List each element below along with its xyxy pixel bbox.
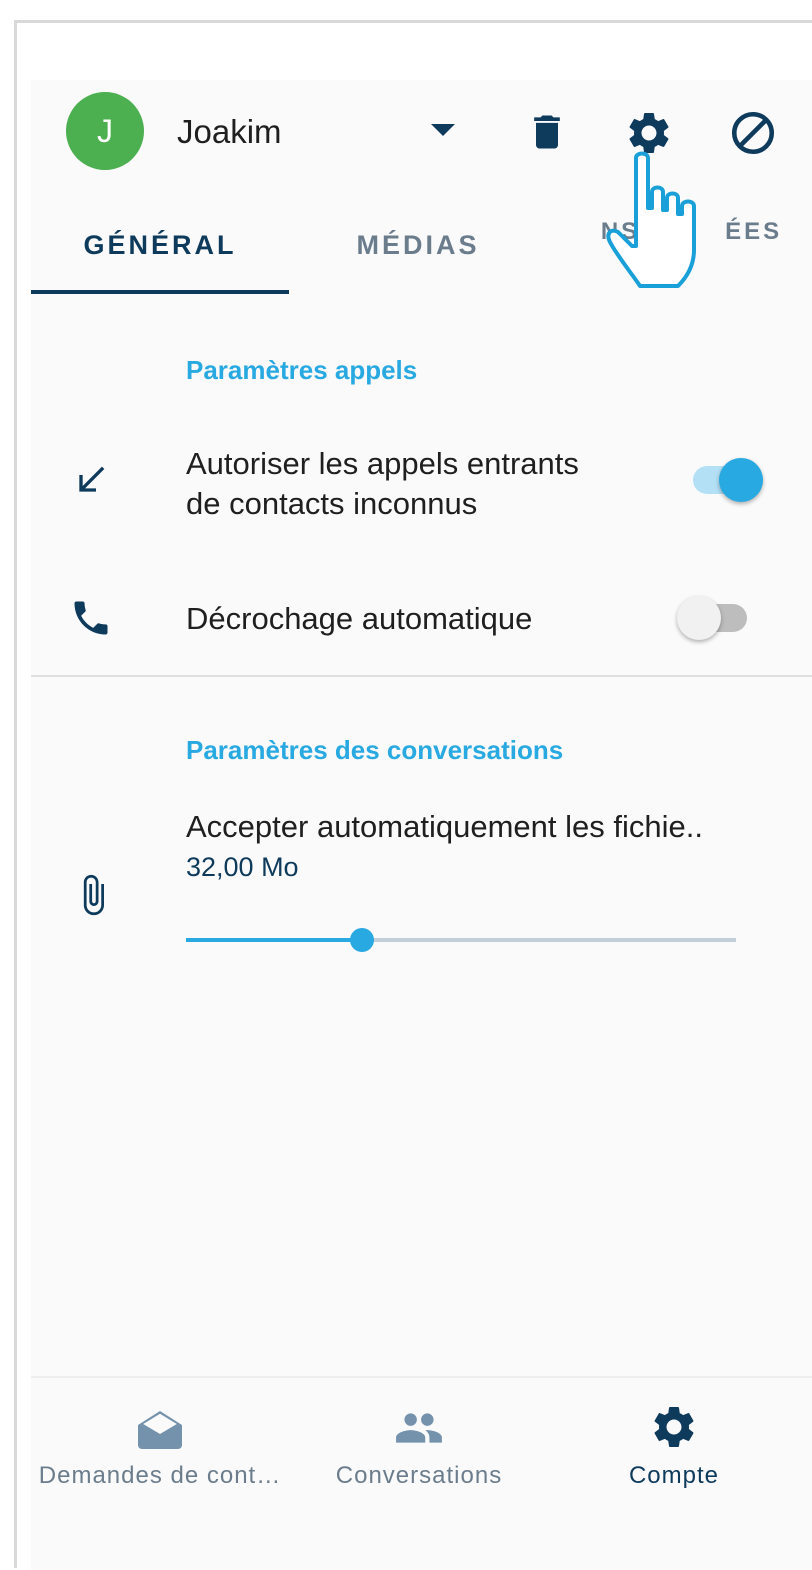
nav-contact-requests[interactable]: Demandes de cont… — [31, 1378, 289, 1570]
call-received-icon — [79, 466, 105, 492]
account-settings-screen: J Joakim GÉNÉRAL MÉDIAS NS AV ÉES Paramè… — [31, 80, 812, 1570]
nav-contact-requests-label: Demandes de cont… — [38, 1462, 282, 1489]
toggle-thumb — [677, 596, 721, 640]
section-title-conversations: Paramètres des conversations — [186, 735, 564, 765]
auto-answer-toggle[interactable] — [677, 596, 749, 640]
dropdown-icon[interactable] — [429, 120, 457, 140]
attachment-icon — [83, 874, 104, 916]
auto-accept-files-label: Accepter automatiquement les fichie.. — [186, 809, 703, 844]
section-title-calls: Paramètres appels — [186, 355, 418, 385]
incoming-calls-toggle[interactable] — [693, 458, 765, 502]
avatar[interactable]: J — [66, 92, 144, 170]
nav-conversations-label: Conversations — [335, 1462, 503, 1489]
nav-account-label: Compte — [628, 1462, 720, 1489]
auto-accept-files-value: 32,00 Mo — [186, 852, 299, 882]
slider-fill — [186, 938, 362, 942]
incoming-calls-label: Autoriser les appels entrants de contact… — [186, 444, 579, 524]
auto-answer-label: Décrochage automatique — [186, 601, 533, 636]
gear-icon — [654, 1407, 694, 1447]
account-name[interactable]: Joakim — [177, 113, 282, 151]
trash-icon[interactable] — [525, 110, 569, 154]
nav-account[interactable]: Compte — [551, 1378, 797, 1570]
slider-knob[interactable] — [350, 928, 374, 952]
section-divider — [31, 675, 812, 677]
incoming-calls-label-line2: de contacts inconnus — [186, 486, 478, 521]
tab-indicator — [31, 290, 289, 294]
mail-open-icon — [138, 1411, 182, 1449]
people-icon — [396, 1413, 442, 1443]
auto-accept-files-slider[interactable] — [186, 925, 736, 955]
toggle-thumb — [719, 458, 763, 502]
incoming-calls-label-line1: Autoriser les appels entrants — [186, 446, 579, 481]
nav-conversations[interactable]: Conversations — [299, 1378, 539, 1570]
tab-general-label: GÉNÉRAL — [83, 230, 237, 260]
tab-media-label: MÉDIAS — [356, 230, 480, 260]
tab-general[interactable]: GÉNÉRAL — [31, 195, 289, 295]
hand-pointer-icon — [606, 151, 696, 288]
block-icon[interactable] — [728, 108, 778, 158]
bottom-navigation: Demandes de cont… Conversations Compte — [31, 1376, 812, 1570]
phone-icon — [74, 601, 108, 635]
tab-media[interactable]: MÉDIAS — [289, 195, 547, 295]
